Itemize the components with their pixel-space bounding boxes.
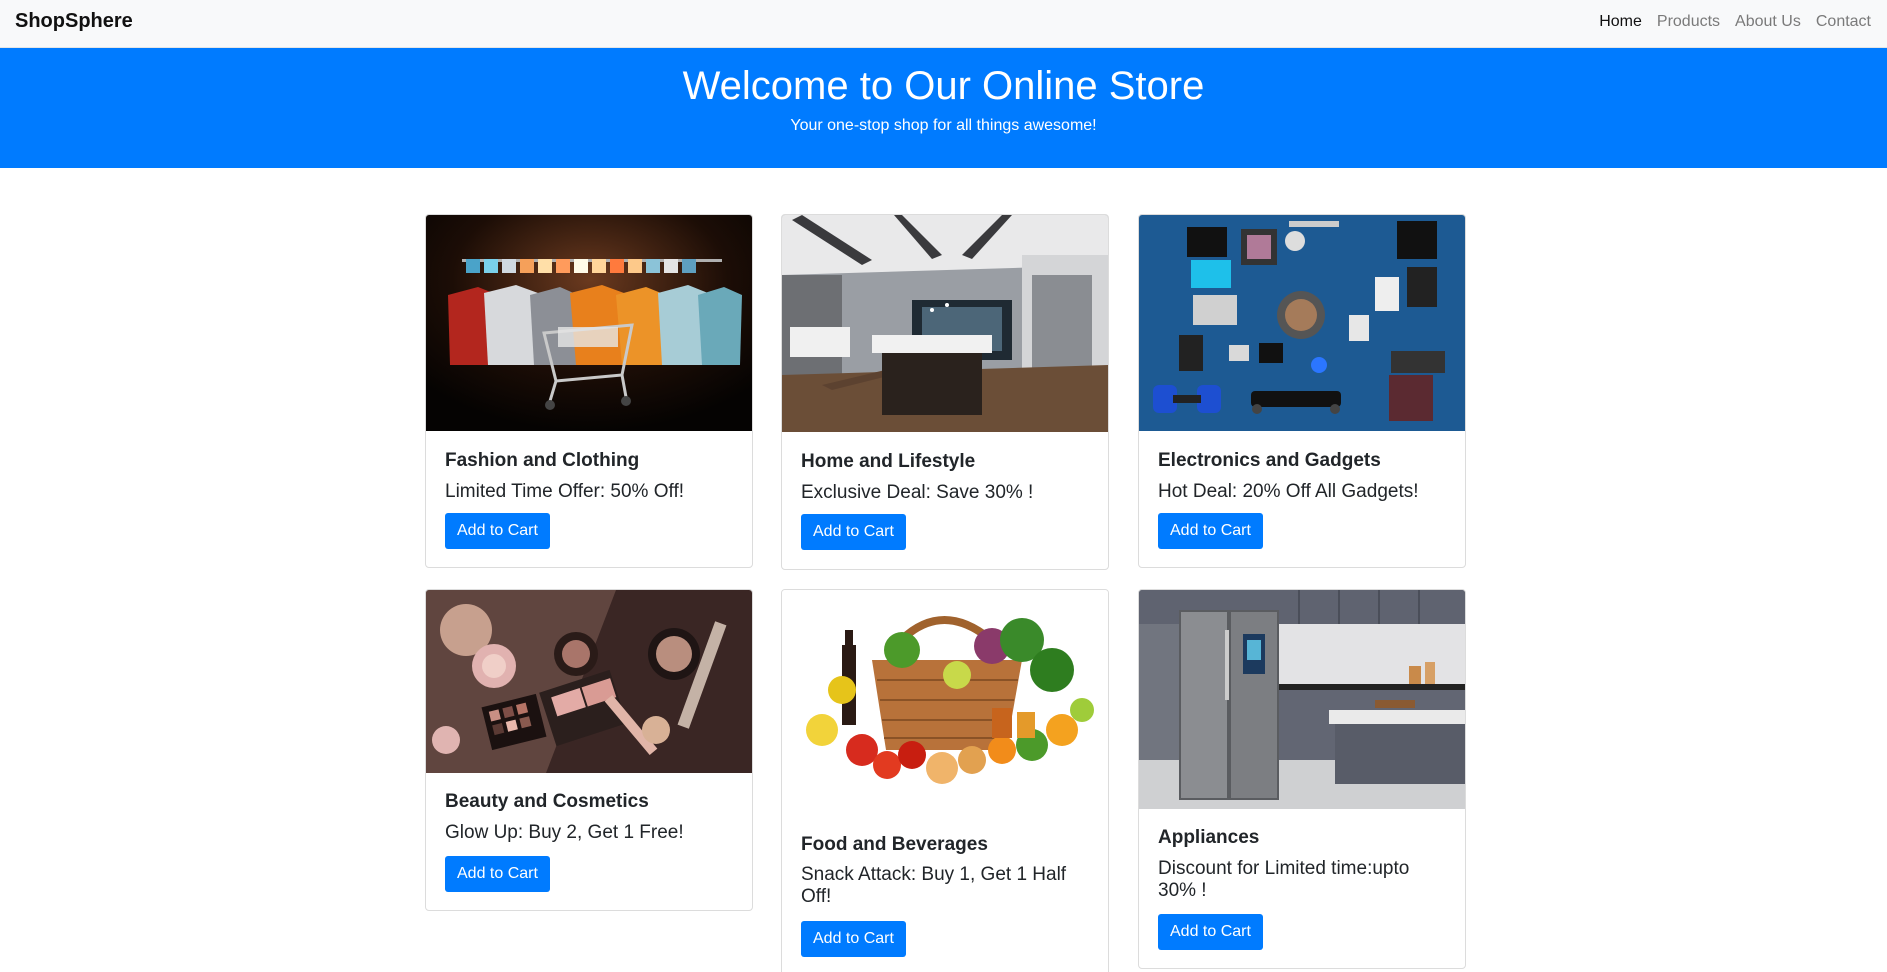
nav-link-about[interactable]: About Us (1735, 12, 1801, 32)
product-offer: Glow Up: Buy 2, Get 1 Free! (445, 822, 684, 843)
product-offer: Exclusive Deal: Save 30% ! (801, 482, 1034, 503)
product-card-food: Food and Beverages Snack Attack: Buy 1, … (781, 589, 1109, 972)
product-image-appliances (1139, 590, 1465, 809)
add-to-cart-button[interactable]: Add to Cart (801, 921, 906, 957)
product-title: Food and Beverages (801, 834, 988, 855)
product-image-electronics (1139, 215, 1465, 431)
product-image-home (782, 215, 1108, 432)
product-title: Fashion and Clothing (445, 450, 640, 471)
product-card-beauty: Beauty and Cosmetics Glow Up: Buy 2, Get… (425, 589, 753, 911)
hero-subtitle: Your one-stop shop for all things awesom… (790, 117, 1097, 134)
product-offer: Discount for Limited time:upto 30% ! (1158, 858, 1410, 901)
nav-link-products[interactable]: Products (1657, 12, 1720, 32)
product-image-fashion (426, 215, 752, 431)
nav-link-contact[interactable]: Contact (1816, 12, 1871, 32)
product-card-home: Home and Lifestyle Exclusive Deal: Save … (781, 214, 1109, 570)
product-offer: Limited Time Offer: 50% Off! (445, 481, 685, 502)
brand-logo[interactable]: ShopSphere (15, 9, 133, 33)
product-image-food (782, 590, 1108, 809)
product-image-beauty (426, 590, 752, 773)
nav-link-home[interactable]: Home (1599, 12, 1642, 32)
add-to-cart-button[interactable]: Add to Cart (1158, 914, 1263, 950)
product-title: Electronics and Gadgets (1158, 450, 1381, 471)
add-to-cart-button[interactable]: Add to Cart (801, 514, 906, 550)
product-title: Home and Lifestyle (801, 451, 976, 472)
product-title: Beauty and Cosmetics (445, 791, 649, 812)
product-card-appliances: Appliances Discount for Limited time:upt… (1138, 589, 1466, 969)
product-offer: Hot Deal: 20% Off All Gadgets! (1158, 481, 1419, 502)
product-title: Appliances (1158, 827, 1260, 848)
product-card-electronics: Electronics and Gadgets Hot Deal: 20% Of… (1138, 214, 1466, 568)
add-to-cart-button[interactable]: Add to Cart (1158, 513, 1263, 549)
nav-links: Home Products About Us Contact (1584, 12, 1871, 32)
add-to-cart-button[interactable]: Add to Cart (445, 513, 550, 549)
product-offer: Snack Attack: Buy 1, Get 1 Half Off! (801, 864, 1067, 907)
navbar: ShopSphere Home Products About Us Contac… (0, 0, 1887, 48)
add-to-cart-button[interactable]: Add to Cart (445, 856, 550, 892)
hero-title: Welcome to Our Online Store (682, 64, 1205, 108)
product-card-fashion: Fashion and Clothing Limited Time Offer:… (425, 214, 753, 568)
hero-banner: Welcome to Our Online Store Your one-sto… (0, 48, 1887, 168)
